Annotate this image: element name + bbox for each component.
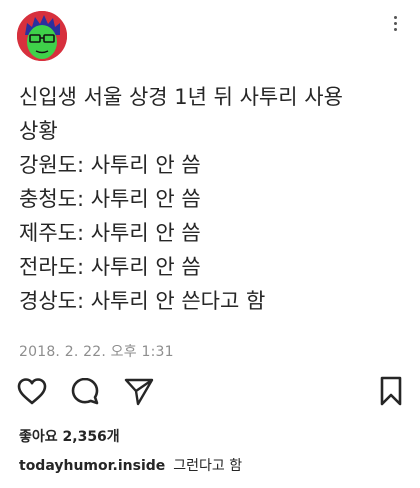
share-icon (124, 378, 154, 406)
save-button[interactable] (374, 374, 408, 408)
avatar[interactable] (17, 11, 67, 61)
post-line: 충청도: 사투리 안 씀 (19, 187, 201, 211)
post-body: 신입생 서울 상경 1년 뒤 사투리 사용 상황 강원도: 사투리 안 씀 충청… (19, 80, 409, 318)
like-count[interactable]: 좋아요 2,356개 (19, 426, 120, 446)
more-vertical-icon (393, 16, 397, 19)
caption-username[interactable]: todayhumor.inside (19, 458, 165, 474)
post-timestamp: 2018. 2. 22. 오후 1:31 (19, 344, 174, 360)
caption: todayhumor.inside 그런다고 함 (19, 455, 242, 475)
post-line: 상황 (19, 119, 58, 143)
post-line: 경상도: 사투리 안 쓴다고 함 (19, 289, 266, 313)
post-line: 제주도: 사투리 안 씀 (19, 221, 201, 245)
post-line: 전라도: 사투리 안 씀 (19, 255, 201, 279)
bookmark-icon (380, 376, 402, 406)
comment-button[interactable] (68, 374, 102, 408)
post-line: 신입생 서울 상경 1년 뒤 사투리 사용 (19, 85, 343, 109)
share-button[interactable] (122, 374, 156, 408)
caption-text: 그런다고 함 (173, 458, 243, 474)
more-options-button[interactable] (391, 16, 399, 38)
post-line: 강원도: 사투리 안 씀 (19, 153, 201, 177)
action-bar (0, 374, 420, 414)
comment-icon (71, 377, 99, 405)
like-button[interactable] (15, 374, 49, 408)
heart-icon (17, 378, 47, 405)
avatar-image (17, 11, 67, 61)
